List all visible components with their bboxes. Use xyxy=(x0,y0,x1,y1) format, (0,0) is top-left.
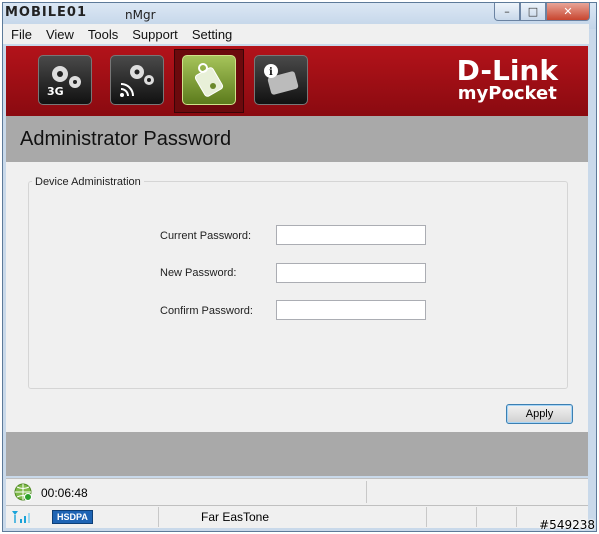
window-title: nMgr xyxy=(125,8,156,22)
status-bar-connection: 00:06:48 xyxy=(6,478,588,505)
current-password-label: Current Password: xyxy=(160,230,252,242)
connection-time: 00:06:48 xyxy=(41,486,88,500)
menu-bar: File View Tools Support Setting xyxy=(3,24,589,44)
wireless-settings-icon xyxy=(120,65,154,97)
dlink-brand: D-Link myPocket xyxy=(457,54,558,104)
device-info-icon: i xyxy=(264,64,299,95)
menu-support[interactable]: Support xyxy=(132,27,178,42)
wireless-settings-button[interactable] xyxy=(110,55,164,105)
new-password-input[interactable] xyxy=(276,263,426,283)
mobile01-logo: MOBILE01 xyxy=(5,5,87,20)
status-divider xyxy=(158,507,159,527)
toolbar-banner: 3G i D-Link myPocket xyxy=(6,46,588,116)
3g-settings-button[interactable]: 3G xyxy=(38,55,92,105)
product-name: myPocket xyxy=(457,83,557,104)
network-type-badge: HSDPA xyxy=(52,510,93,524)
password-settings-button[interactable] xyxy=(182,55,236,105)
svg-text:i: i xyxy=(269,67,273,78)
maximize-button[interactable]: □ xyxy=(520,3,546,21)
device-admin-group xyxy=(28,181,568,389)
menu-setting[interactable]: Setting xyxy=(192,27,232,42)
confirm-password-input[interactable] xyxy=(276,300,426,320)
confirm-password-label: Confirm Password: xyxy=(160,305,253,317)
carrier-name: Far EasTone xyxy=(201,510,270,524)
menu-view[interactable]: View xyxy=(46,27,74,42)
new-password-label: New Password: xyxy=(160,267,237,279)
menu-tools[interactable]: Tools xyxy=(88,27,118,42)
status-divider xyxy=(516,507,517,527)
current-password-input[interactable] xyxy=(276,225,426,245)
status-divider xyxy=(366,481,367,503)
device-info-button[interactable]: i xyxy=(254,55,308,105)
watermark: #549238 xyxy=(539,518,595,532)
3g-settings-icon: 3G xyxy=(47,66,81,98)
apply-button[interactable]: Apply xyxy=(506,404,573,424)
footer-band xyxy=(6,432,588,476)
page-title: Administrator Password xyxy=(20,128,232,150)
minimize-button[interactable]: – xyxy=(494,3,520,21)
status-divider xyxy=(426,507,427,527)
group-label: Device Administration xyxy=(32,176,144,188)
status-bar-network: HSDPA Far EasTone xyxy=(6,505,588,528)
password-icon xyxy=(194,63,224,97)
content-panel: Device Administration Current Password: … xyxy=(6,162,588,432)
close-button[interactable]: ✕ xyxy=(546,3,590,21)
connected-globe-icon xyxy=(14,483,32,501)
menu-file[interactable]: File xyxy=(11,27,32,42)
status-divider xyxy=(476,507,477,527)
signal-strength-icon xyxy=(12,511,30,523)
3g-label: 3G xyxy=(47,85,64,98)
page-header: Administrator Password xyxy=(6,116,588,162)
